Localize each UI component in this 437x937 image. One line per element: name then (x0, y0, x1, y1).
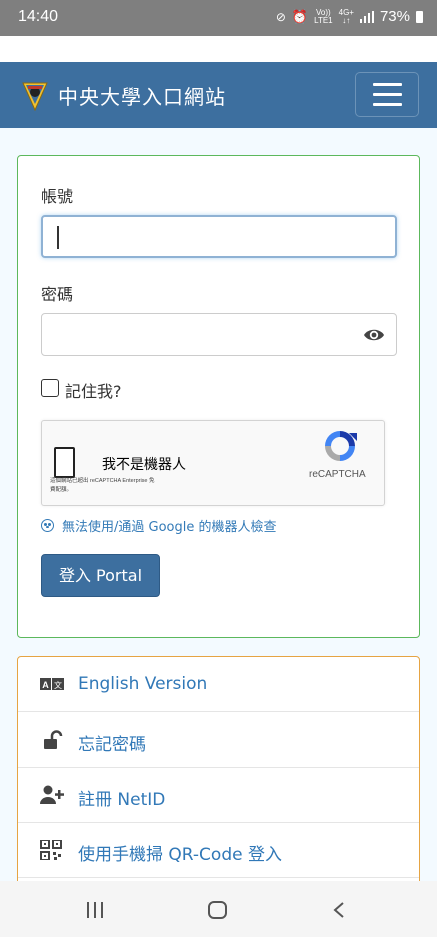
lte-text: LTE1 (314, 15, 333, 25)
language-icon: A 文 (40, 678, 64, 690)
battery-icon (416, 10, 423, 23)
bot-face-icon (41, 519, 54, 532)
recaptcha-note-line2: 費配額。 (50, 487, 73, 493)
password-label: 密碼 (41, 285, 74, 304)
link-label: English Version (78, 674, 208, 694)
login-card: 帳號 密碼 記住我? 我不是機器人 這個網站已超出 reCAPTCHA Ente… (17, 155, 420, 638)
login-portal-button[interactable]: 登入 Portal (41, 554, 160, 597)
back-icon[interactable] (332, 902, 346, 918)
recaptcha-label: 我不是機器人 (102, 456, 186, 472)
recaptcha-brand: reCAPTCHA (309, 469, 366, 480)
menu-bar-icon (373, 103, 402, 106)
volte-indicator: Vo)) LTE1 (314, 8, 333, 25)
remember-me-checkbox[interactable] (41, 379, 59, 397)
battery-text: 73% (379, 8, 410, 25)
link-label: 忘記密碼 (78, 735, 146, 755)
status-time: 14:40 (18, 8, 59, 25)
remember-me-label[interactable]: 記住我? (65, 378, 122, 402)
recaptcha-logo-icon (325, 431, 357, 461)
status-icons: ⊘ ⏰ Vo)) LTE1 4G+ ↓↑ 73% (276, 8, 423, 25)
account-input[interactable] (41, 215, 397, 258)
links-card: A 文 English Version 忘記密碼 註冊 NetID 使用手機掃 … (17, 656, 420, 896)
recaptcha-checkbox[interactable] (54, 447, 75, 478)
user-plus-icon (40, 785, 64, 804)
ncu-logo-icon[interactable] (22, 81, 48, 111)
link-english-version[interactable]: A 文 English Version (18, 657, 419, 712)
svg-text:文: 文 (54, 680, 62, 690)
link-register-netid[interactable]: 註冊 NetID (18, 768, 419, 823)
hamburger-menu-button[interactable] (355, 72, 419, 117)
text-caret (57, 226, 59, 249)
menu-bar-icon (373, 83, 402, 86)
link-label: 使用手機掃 QR-Code 登入 (78, 845, 282, 865)
link-label: 註冊 NetID (78, 790, 166, 810)
link-forgot-password[interactable]: 忘記密碼 (18, 713, 419, 768)
eye-icon[interactable] (363, 326, 385, 344)
alarm-icon: ⏰ (291, 8, 309, 24)
qrcode-icon (40, 840, 62, 860)
android-nav-bar (0, 881, 437, 937)
dnd-icon: ⊘ (275, 9, 286, 24)
link-qrcode-login[interactable]: 使用手機掃 QR-Code 登入 (18, 823, 419, 878)
recaptcha-quota-note: 這個網站已超出 reCAPTCHA Enterprise 免 費配額。 (50, 477, 170, 495)
recaptcha-help-link[interactable]: 無法使用/通過 Google 的機器人檢查 (41, 516, 277, 535)
account-label: 帳號 (41, 187, 74, 206)
password-input[interactable] (41, 313, 397, 356)
recaptcha-help-text: 無法使用/通過 Google 的機器人檢查 (62, 520, 277, 535)
status-bar: 14:40 ⊘ ⏰ Vo)) LTE1 4G+ ↓↑ 73% (0, 0, 437, 36)
svg-text:A: A (42, 680, 49, 690)
menu-bar-icon (373, 93, 402, 96)
signal-icon (359, 10, 374, 23)
data-indicator: 4G+ ↓↑ (339, 8, 354, 25)
recaptcha-note-line1: 這個網站已超出 reCAPTCHA Enterprise 免 (50, 478, 155, 484)
site-title[interactable]: 中央大學入口網站 (58, 81, 226, 110)
recent-apps-icon[interactable] (87, 902, 105, 918)
home-icon[interactable] (208, 901, 227, 919)
unlock-icon (44, 730, 63, 749)
data-arrows-text: ↓↑ (342, 15, 351, 25)
recaptcha-widget: 我不是機器人 這個網站已超出 reCAPTCHA Enterprise 免 費配… (41, 420, 385, 506)
